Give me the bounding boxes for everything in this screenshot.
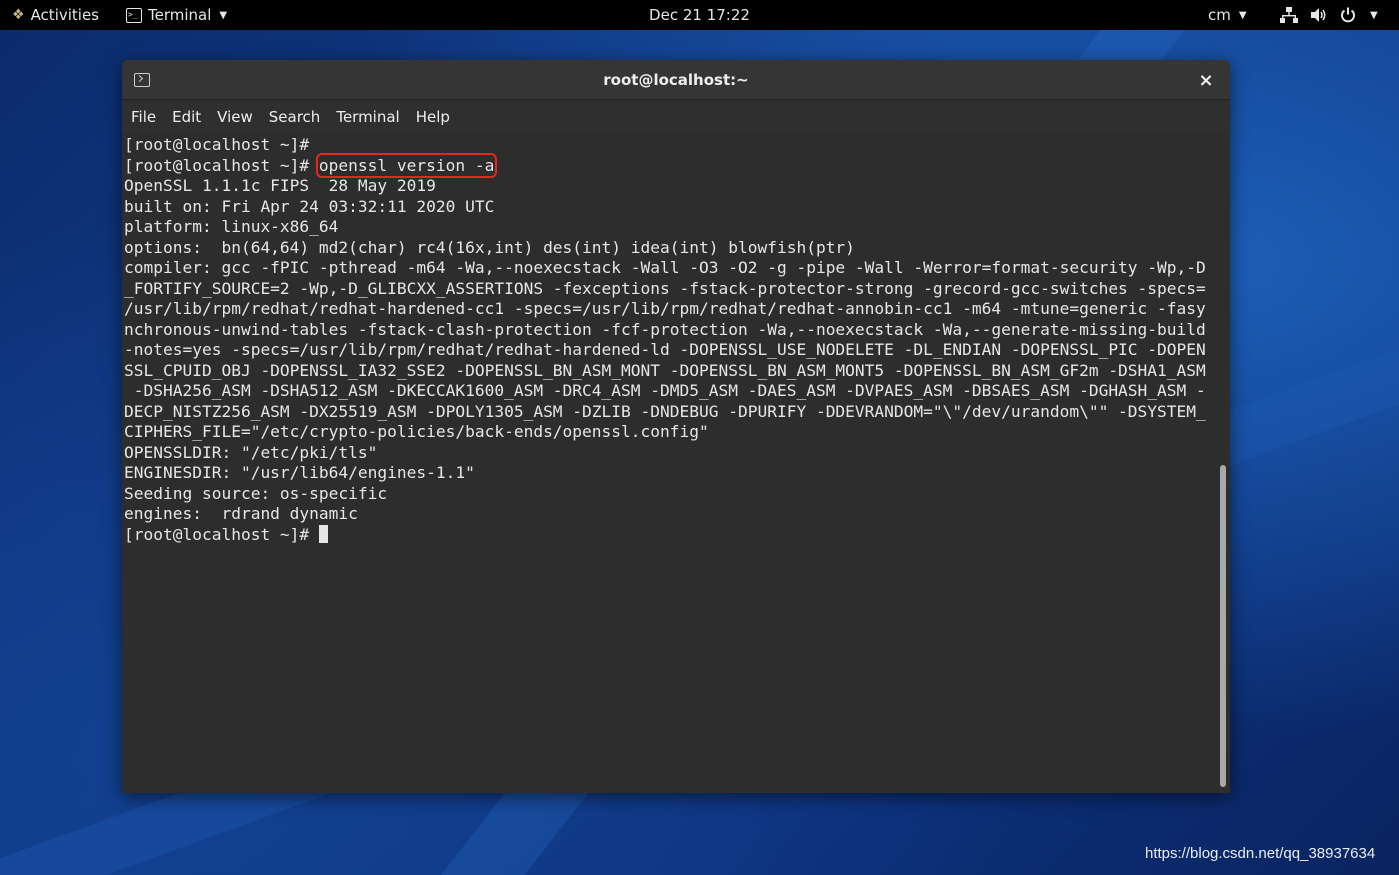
app-menu-button[interactable]: >_ Terminal ▼ bbox=[126, 0, 227, 30]
top-bar: ❖ Activities >_ Terminal ▼ Dec 21 17:22 … bbox=[0, 0, 1399, 30]
menu-search[interactable]: Search bbox=[261, 101, 329, 133]
activities-button[interactable]: ❖ Activities bbox=[12, 0, 99, 30]
system-tray[interactable]: ▼ bbox=[1280, 0, 1378, 30]
terminal-line: /usr/lib/rpm/redhat/redhat-hardened-cc1 … bbox=[124, 299, 1206, 318]
watermark: https://blog.csdn.net/qq_38937634 bbox=[1145, 845, 1376, 862]
chevron-down-icon: ▼ bbox=[1238, 9, 1247, 21]
terminal-output[interactable]: [root@localhost ~]# [root@localhost ~]# … bbox=[122, 133, 1216, 793]
terminal-line: OPENSSLDIR: "/etc/pki/tls" bbox=[124, 442, 378, 462]
terminal-line: platform: linux-x86_64 bbox=[124, 217, 339, 236]
scrollbar-thumb[interactable] bbox=[1220, 465, 1226, 787]
window-title: root@localhost:~ bbox=[603, 70, 749, 89]
terminal-icon: >_ bbox=[126, 7, 142, 23]
terminal-line: compiler: gcc -fPIC -pthread -m64 -Wa,--… bbox=[124, 258, 1206, 277]
terminal-line: ENGINESDIR: "/usr/lib64/engines-1.1" bbox=[124, 463, 475, 482]
terminal-line: Seeding source: os-specific bbox=[124, 483, 388, 503]
user-menu[interactable]: cm ▼ bbox=[1208, 0, 1247, 30]
title-bar[interactable]: root@localhost:~ × bbox=[122, 60, 1230, 100]
menu-help[interactable]: Help bbox=[408, 101, 458, 133]
app-menu-label: Terminal bbox=[148, 6, 212, 24]
terminal-line: _FORTIFY_SOURCE=2 -Wp,-D_GLIBCXX_ASSERTI… bbox=[124, 278, 1206, 298]
chevron-down-icon: ▼ bbox=[219, 9, 228, 21]
terminal-line: nchronous-unwind-tables -fstack-clash-pr… bbox=[124, 319, 1206, 339]
menu-view[interactable]: View bbox=[209, 101, 261, 133]
menu-terminal[interactable]: Terminal bbox=[328, 101, 407, 133]
menu-edit[interactable]: Edit bbox=[164, 101, 209, 133]
network-icon bbox=[1280, 7, 1298, 23]
terminal-line: -DSHA256_ASM -DSHA512_ASM -DKECCAK1600_A… bbox=[124, 381, 1206, 400]
user-label: cm bbox=[1208, 6, 1231, 24]
terminal-line: built on: Fri Apr 24 03:32:11 2020 UTC bbox=[124, 196, 495, 216]
terminal-line: SSL_CPUID_OBJ -DOPENSSL_IA32_SSE2 -DOPEN… bbox=[124, 360, 1206, 380]
prompt: [root@localhost ~]# bbox=[124, 155, 319, 175]
terminal-line: engines: rdrand dynamic bbox=[124, 504, 358, 523]
prompt: [root@localhost ~]# bbox=[124, 524, 319, 544]
terminal-line: CIPHERS_FILE="/etc/crypto-policies/back-… bbox=[124, 422, 709, 441]
scrollbar[interactable] bbox=[1216, 133, 1230, 793]
terminal-line: -notes=yes -specs=/usr/lib/rpm/redhat/re… bbox=[124, 340, 1206, 359]
close-button[interactable]: × bbox=[1194, 68, 1218, 92]
terminal-line: [root@localhost ~]# bbox=[124, 524, 1216, 546]
highlighted-command: openssl version -a bbox=[315, 152, 498, 178]
gnome-foot-icon: ❖ bbox=[12, 7, 25, 23]
terminal-window: root@localhost:~ × File Edit View Search… bbox=[122, 60, 1230, 793]
clock-label[interactable]: Dec 21 17:22 bbox=[649, 6, 750, 24]
menu-file[interactable]: File bbox=[131, 101, 164, 133]
power-icon bbox=[1341, 7, 1355, 23]
text-cursor bbox=[318, 524, 328, 543]
terminal-line: options: bn(64,64) md2(char) rc4(16x,int… bbox=[124, 237, 855, 257]
volume-icon bbox=[1311, 8, 1326, 22]
menu-bar: File Edit View Search Terminal Help bbox=[122, 101, 1230, 133]
chevron-down-icon: ▼ bbox=[1370, 9, 1378, 21]
activities-label: Activities bbox=[30, 6, 99, 24]
terminal-line: [root@localhost ~]# openssl version -a bbox=[124, 152, 1216, 178]
terminal-line: OpenSSL 1.1.1c FIPS 28 May 2019 bbox=[124, 176, 436, 195]
terminal-line: [root@localhost ~]# bbox=[124, 135, 310, 154]
terminal-line: DECP_NISTZ256_ASM -DX25519_ASM -DPOLY130… bbox=[124, 401, 1206, 421]
terminal-window-icon bbox=[134, 73, 150, 87]
